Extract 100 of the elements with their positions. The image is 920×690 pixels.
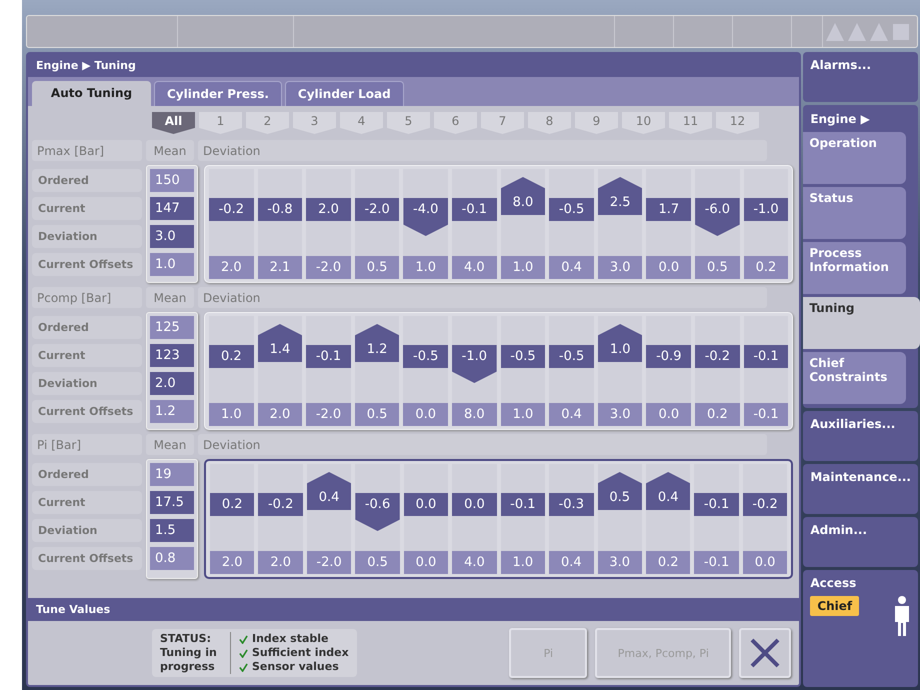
cylinder-tab[interactable]: 10 <box>622 112 665 134</box>
deviation-value: -0.1 <box>744 345 788 368</box>
deviation-value: -0.2 <box>258 493 303 516</box>
offset-value: 1.0 <box>500 256 546 279</box>
deviation-value: -0.8 <box>258 198 302 221</box>
deviation-value: -1.0 <box>744 198 788 221</box>
deviation-value: 1.4 <box>258 324 302 362</box>
cylinder-tab[interactable]: 4 <box>340 112 383 134</box>
offset-value: 0.2 <box>695 403 740 426</box>
offset-value: 2.0 <box>258 551 303 574</box>
offset-value: 1.0 <box>209 403 254 426</box>
deviation-panel[interactable]: 0.2 1.0 1.4 2.0 -0.1 -2.0 1.2 0.5 -0.5 0.0 -1.0 8.0 -0.5 1.0 -0.5 0.4 1.0 3.0 -0.9 0.0 -0.2 0.2 -0.1 -0.1 <box>204 312 794 430</box>
check-label: Index stable <box>252 632 329 646</box>
nav-item[interactable]: Status <box>803 187 906 239</box>
mean-value: 123 <box>150 344 194 367</box>
offset-value: 0.4 <box>549 551 594 574</box>
deviation-value: 2.5 <box>598 177 642 215</box>
tab[interactable]: Auto Tuning <box>32 81 151 106</box>
nav-item[interactable]: Chief Constraints <box>803 352 906 404</box>
section-title: Pmax [Bar] <box>32 140 142 161</box>
deviation-value: -0.2 <box>695 345 740 368</box>
tab[interactable]: Cylinder Press. <box>154 81 282 106</box>
offset-value: 1.0 <box>403 256 448 279</box>
column-header: Deviation <box>198 287 768 308</box>
cylinder-tab[interactable]: 5 <box>387 112 430 134</box>
offset-value: 3.0 <box>598 551 642 574</box>
deviation-panel[interactable]: -0.2 2.0 -0.8 2.1 2.0 -2.0 -2.0 0.5 -4.0 1.0 -0.1 4.0 8.0 1.0 -0.5 0.4 2.5 3.0 1.7 0.0 -6.0 0.5 -1.0 0.2 <box>204 165 794 283</box>
deviation-value: -0.6 <box>355 493 400 531</box>
nav-item[interactable]: Process Information <box>803 242 906 294</box>
deviation-value: -1.0 <box>452 345 497 383</box>
mean-value: 1.0 <box>150 253 194 276</box>
nav-item[interactable]: Operation <box>803 132 906 184</box>
nav-button[interactable]: Alarms... <box>803 52 918 102</box>
cylinder-tab[interactable]: 2 <box>246 112 289 134</box>
warning-icon <box>847 22 867 42</box>
cylinder-tab[interactable]: 1 <box>199 112 242 134</box>
offset-value: -2.0 <box>306 256 351 279</box>
deviation-value: 0.0 <box>452 493 497 516</box>
offset-value: 0.5 <box>695 256 740 279</box>
cylinder-tab[interactable]: 11 <box>669 112 712 134</box>
offset-value: 0.0 <box>742 551 788 574</box>
offset-value: 1.0 <box>500 403 546 426</box>
offset-value: 0.0 <box>403 403 448 426</box>
nav-item[interactable]: Tuning <box>803 297 920 349</box>
offset-value: -2.0 <box>306 403 351 426</box>
mean-value: 1.5 <box>150 519 194 542</box>
breadcrumb-bar: Engine ▶ Tuning <box>28 54 800 77</box>
deviation-value: -2.0 <box>354 198 400 221</box>
row-label: Current Offsets <box>32 547 142 570</box>
deviation-value: 0.4 <box>646 472 690 510</box>
column-header: Mean <box>146 287 194 308</box>
section-bar: Tune Values <box>28 598 800 621</box>
column-header: Mean <box>146 140 194 161</box>
mean-value: 2.0 <box>150 372 194 395</box>
mean-value: 125 <box>150 316 194 339</box>
deviation-value: 0.2 <box>210 493 254 516</box>
row-label: Deviation <box>32 519 142 542</box>
access-title: Access <box>810 576 858 590</box>
tab[interactable]: Cylinder Load <box>284 81 404 106</box>
mean-value: 150 <box>150 169 194 192</box>
deviation-value: -0.5 <box>549 345 594 368</box>
offset-value: 0.4 <box>549 256 594 279</box>
deviation-value: 0.5 <box>598 472 642 510</box>
column-header: Mean <box>146 434 194 455</box>
nav-button[interactable]: Maintenance... <box>803 464 918 514</box>
deviation-value: -0.5 <box>500 345 546 368</box>
deviation-panel[interactable]: 0.2 2.0 -0.2 2.0 0.4 -2.0 -0.6 0.5 0.0 0.0 0.0 4.0 -0.1 1.0 -0.3 0.4 0.5 3.0 0.4 0.2 -0.1 -0.1 -0.2 0.0 <box>204 459 794 579</box>
deviation-value: -0.2 <box>742 493 788 516</box>
nav-button[interactable]: Admin... <box>803 517 918 567</box>
offset-value: -2.0 <box>306 551 352 574</box>
offset-value: 1.0 <box>500 551 546 574</box>
warning-icon <box>869 22 889 42</box>
nav-button[interactable]: Auxiliaries... <box>803 411 918 461</box>
cylinder-tab[interactable]: 3 <box>293 112 336 134</box>
cylinder-tab[interactable]: 7 <box>481 112 524 134</box>
cylinder-tab[interactable]: 9 <box>575 112 618 134</box>
column-header: Deviation <box>198 140 768 161</box>
offset-value: 2.1 <box>258 256 302 279</box>
section-title: Pi [Bar] <box>32 434 142 455</box>
deviation-value: 1.2 <box>354 324 400 362</box>
cylinder-tab[interactable]: All <box>152 112 195 134</box>
deviation-value: 8.0 <box>500 177 546 215</box>
row-label: Deviation <box>32 372 142 395</box>
row-label: Current <box>32 344 142 367</box>
offset-value: 0.4 <box>549 403 594 426</box>
offset-value: 0.5 <box>354 403 400 426</box>
cylinder-tab[interactable]: 8 <box>528 112 571 134</box>
deviation-value: 0.4 <box>306 472 352 510</box>
row-label: Current Offsets <box>32 400 142 423</box>
row-label: Ordered <box>32 169 142 192</box>
access-level-badge: Chief <box>810 596 860 616</box>
cylinder-tab[interactable]: 6 <box>434 112 477 134</box>
nav-group-title[interactable]: Engine ▶ <box>803 109 918 129</box>
close-button[interactable] <box>739 628 792 678</box>
deviation-value: 1.7 <box>646 198 692 221</box>
row-label: Ordered <box>32 463 142 486</box>
person-icon <box>893 596 911 636</box>
offset-value: 2.0 <box>209 256 254 279</box>
cylinder-tab[interactable]: 12 <box>716 112 759 134</box>
mean-value: 1.2 <box>150 400 194 423</box>
